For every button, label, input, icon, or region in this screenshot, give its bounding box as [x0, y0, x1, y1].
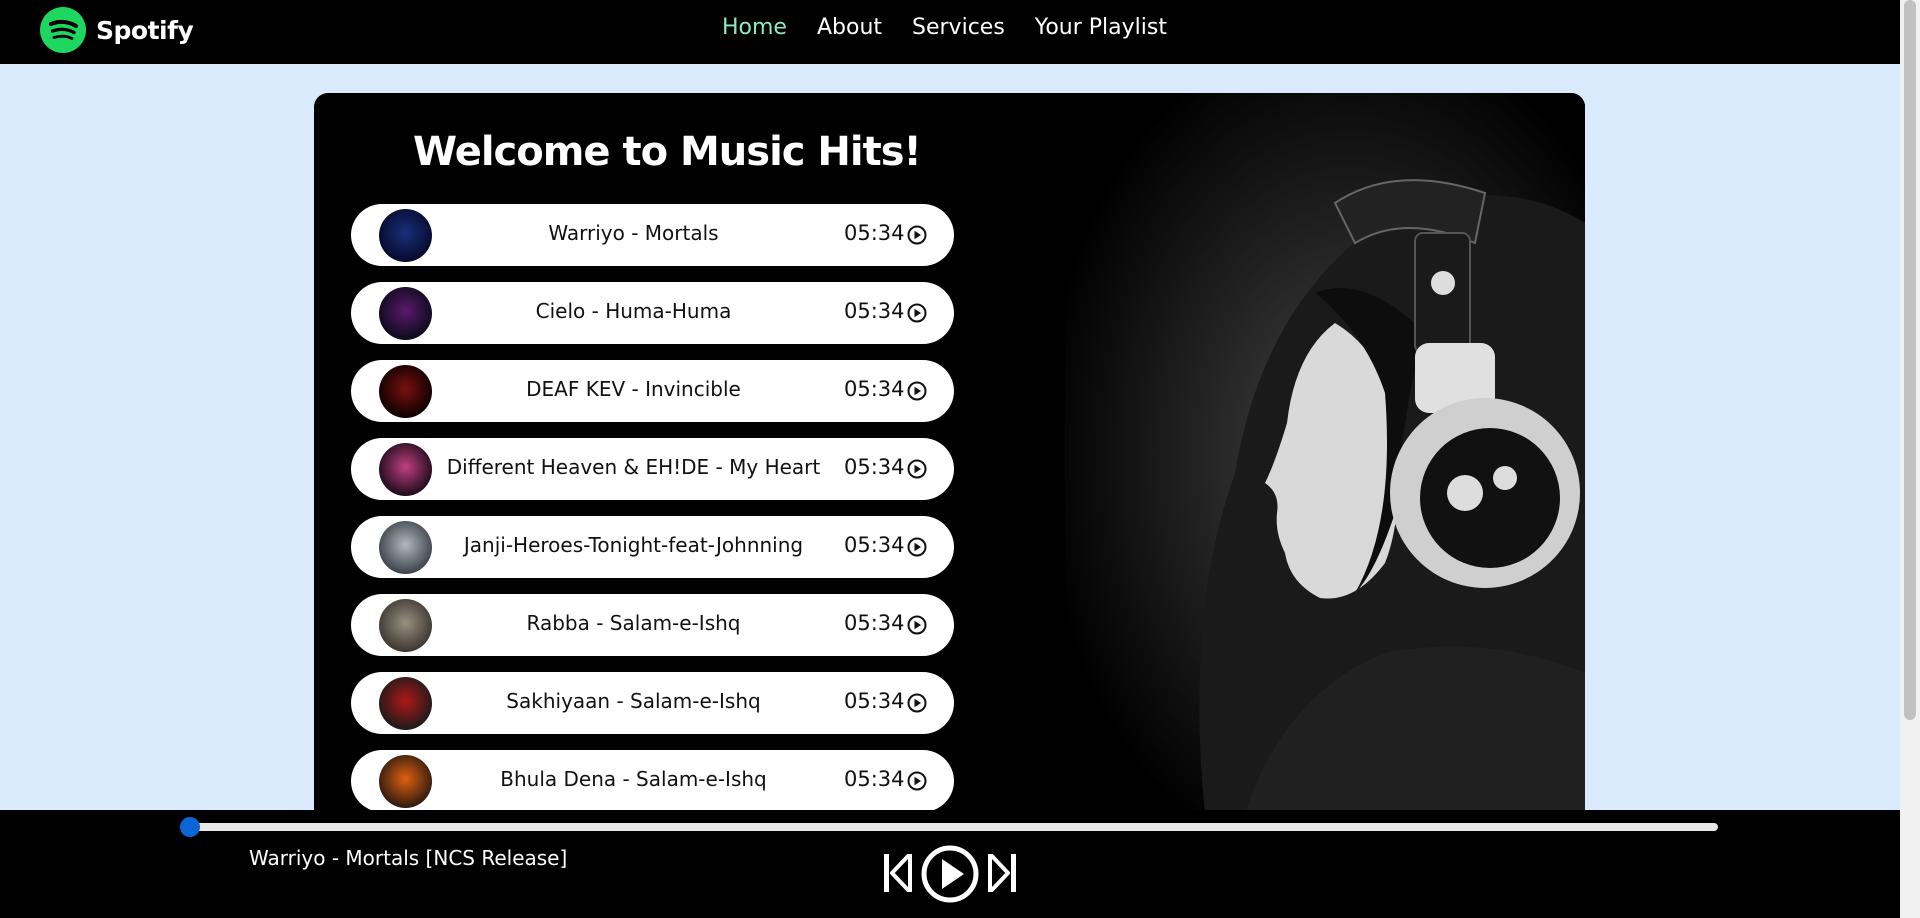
scrollbar-thumb[interactable]: [1904, 0, 1916, 720]
play-circle-icon[interactable]: [907, 459, 927, 479]
play-circle-icon[interactable]: [907, 381, 927, 401]
song-title: Warriyo - Mortals: [548, 221, 719, 245]
spotify-icon: [40, 7, 86, 53]
album-cover: [379, 287, 432, 340]
song-item[interactable]: Bhula Dena - Salam-e-Ishq 05:34: [351, 750, 954, 812]
headphones-woman-illustration: [1065, 93, 1585, 813]
top-navbar: Spotify Home About Services Your Playlis…: [0, 0, 1920, 64]
play-circle-icon[interactable]: [907, 693, 927, 713]
playback-controls: [880, 844, 1020, 908]
nav-your-playlist[interactable]: Your Playlist: [1035, 15, 1167, 40]
nav-menu: Home About Services Your Playlist: [722, 15, 1197, 40]
play-circle-icon[interactable]: [907, 225, 927, 245]
album-cover: [379, 443, 432, 496]
next-icon[interactable]: [988, 854, 1016, 892]
song-item[interactable]: Rabba - Salam-e-Ishq 05:34: [351, 594, 954, 656]
song-item[interactable]: DEAF KEV - Invincible 05:34: [351, 360, 954, 422]
nav-about[interactable]: About: [817, 15, 882, 40]
song-title: Different Heaven & EH!DE - My Heart: [446, 455, 821, 479]
song-duration: 05:34: [844, 377, 905, 401]
album-cover: [379, 209, 432, 262]
nav-services[interactable]: Services: [912, 15, 1005, 40]
music-card: Welcome to Music Hits! Warriyo - Mortals…: [314, 93, 1585, 813]
play-circle-icon[interactable]: [907, 537, 927, 557]
page-scrollbar[interactable]: [1900, 0, 1920, 918]
album-cover: [379, 677, 432, 730]
play-icon[interactable]: [920, 844, 980, 904]
now-playing-title: Warriyo - Mortals [NCS Release]: [249, 846, 568, 870]
song-title: Bhula Dena - Salam-e-Ishq: [500, 767, 767, 791]
song-title: Janji-Heroes-Tonight-feat-Johnning: [463, 533, 804, 557]
song-title: Rabba - Salam-e-Ishq: [526, 611, 741, 635]
welcome-title: Welcome to Music Hits!: [413, 129, 922, 175]
play-circle-icon[interactable]: [907, 615, 927, 635]
song-title: Sakhiyaan - Salam-e-Ishq: [506, 689, 761, 713]
album-cover: [379, 755, 432, 808]
song-item[interactable]: Cielo - Huma-Huma 05:34: [351, 282, 954, 344]
nav-home[interactable]: Home: [722, 15, 787, 40]
album-cover: [379, 599, 432, 652]
song-item[interactable]: Sakhiyaan - Salam-e-Ishq 05:34: [351, 672, 954, 734]
song-item[interactable]: Warriyo - Mortals 05:34: [351, 204, 954, 266]
song-title: Cielo - Huma-Huma: [535, 299, 732, 323]
song-duration: 05:34: [844, 611, 905, 635]
song-title: DEAF KEV - Invincible: [526, 377, 741, 401]
album-cover: [379, 365, 432, 418]
song-duration: 05:34: [844, 221, 905, 245]
song-duration: 05:34: [844, 455, 905, 479]
brand-name: Spotify: [96, 15, 194, 45]
song-duration: 05:34: [844, 689, 905, 713]
song-duration: 05:34: [844, 533, 905, 557]
song-duration: 05:34: [844, 299, 905, 323]
bottom-player: Warriyo - Mortals [NCS Release]: [0, 810, 1900, 918]
progress-bar[interactable]: [180, 817, 1718, 837]
progress-thumb[interactable]: [180, 817, 200, 837]
song-duration: 05:34: [844, 767, 905, 791]
previous-icon[interactable]: [884, 854, 912, 892]
song-item[interactable]: Janji-Heroes-Tonight-feat-Johnning 05:34: [351, 516, 954, 578]
album-cover: [379, 521, 432, 574]
hero-image: [1065, 93, 1585, 813]
brand-logo[interactable]: Spotify: [40, 7, 194, 53]
play-circle-icon[interactable]: [907, 303, 927, 323]
song-item[interactable]: Different Heaven & EH!DE - My Heart 05:3…: [351, 438, 954, 500]
play-circle-icon[interactable]: [907, 771, 927, 791]
